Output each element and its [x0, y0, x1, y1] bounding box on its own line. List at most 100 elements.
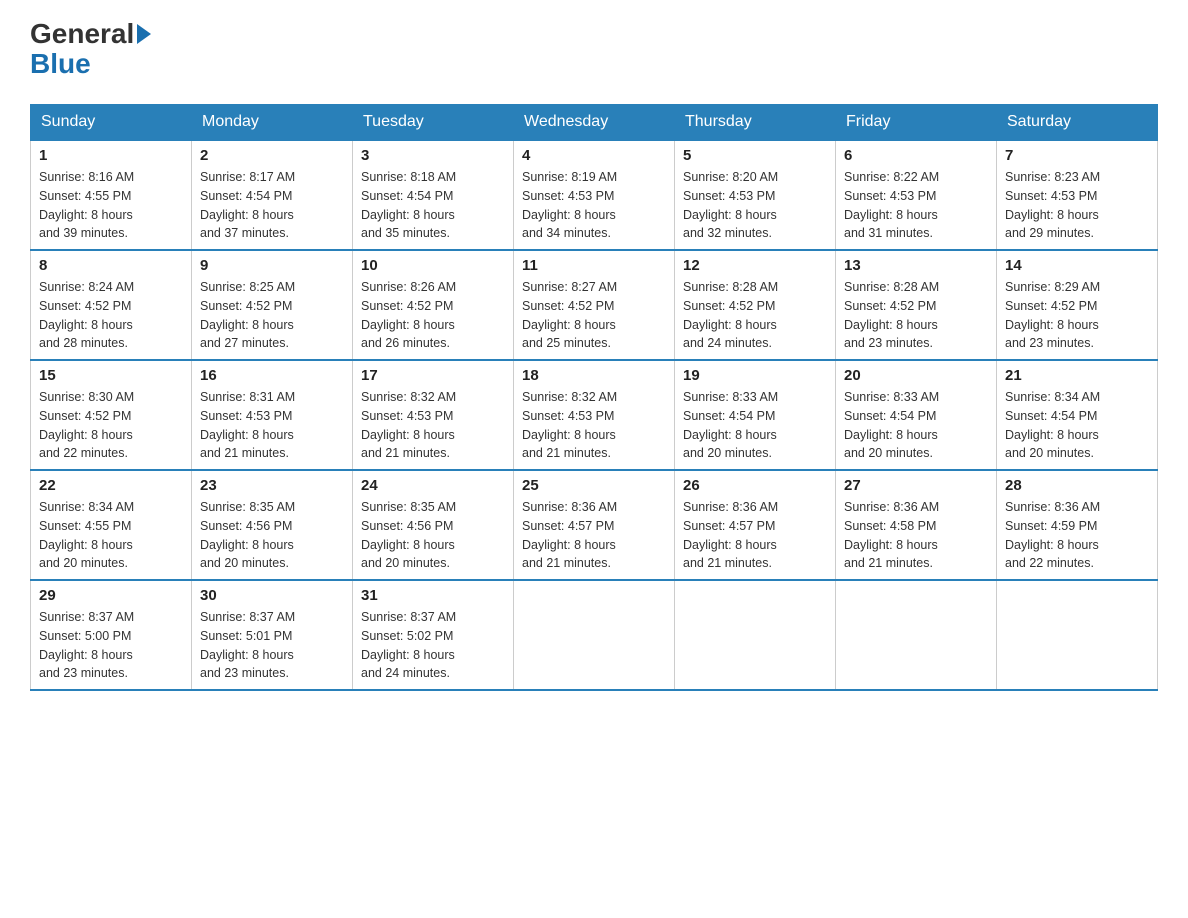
day-cell-19: 19 Sunrise: 8:33 AMSunset: 4:54 PMDaylig… — [675, 360, 836, 470]
day-info: Sunrise: 8:26 AMSunset: 4:52 PMDaylight:… — [361, 278, 505, 353]
day-cell-11: 11 Sunrise: 8:27 AMSunset: 4:52 PMDaylig… — [514, 250, 675, 360]
day-number: 16 — [200, 367, 344, 384]
day-info: Sunrise: 8:36 AMSunset: 4:58 PMDaylight:… — [844, 498, 988, 573]
day-info: Sunrise: 8:20 AMSunset: 4:53 PMDaylight:… — [683, 168, 827, 243]
day-info: Sunrise: 8:37 AMSunset: 5:02 PMDaylight:… — [361, 608, 505, 683]
day-number: 2 — [200, 147, 344, 164]
day-info: Sunrise: 8:31 AMSunset: 4:53 PMDaylight:… — [200, 388, 344, 463]
day-number: 5 — [683, 147, 827, 164]
header-saturday: Saturday — [997, 105, 1158, 141]
header-thursday: Thursday — [675, 105, 836, 141]
logo-general-text: General — [30, 20, 134, 48]
day-number: 14 — [1005, 257, 1149, 274]
day-cell-10: 10 Sunrise: 8:26 AMSunset: 4:52 PMDaylig… — [353, 250, 514, 360]
day-cell-14: 14 Sunrise: 8:29 AMSunset: 4:52 PMDaylig… — [997, 250, 1158, 360]
day-number: 18 — [522, 367, 666, 384]
day-cell-30: 30 Sunrise: 8:37 AMSunset: 5:01 PMDaylig… — [192, 580, 353, 690]
day-info: Sunrise: 8:28 AMSunset: 4:52 PMDaylight:… — [844, 278, 988, 353]
week-row-1: 1 Sunrise: 8:16 AMSunset: 4:55 PMDayligh… — [31, 140, 1158, 250]
day-number: 31 — [361, 587, 505, 604]
day-cell-31: 31 Sunrise: 8:37 AMSunset: 5:02 PMDaylig… — [353, 580, 514, 690]
day-cell-23: 23 Sunrise: 8:35 AMSunset: 4:56 PMDaylig… — [192, 470, 353, 580]
day-number: 6 — [844, 147, 988, 164]
day-number: 7 — [1005, 147, 1149, 164]
day-info: Sunrise: 8:16 AMSunset: 4:55 PMDaylight:… — [39, 168, 183, 243]
header-monday: Monday — [192, 105, 353, 141]
day-info: Sunrise: 8:36 AMSunset: 4:57 PMDaylight:… — [522, 498, 666, 573]
day-cell-22: 22 Sunrise: 8:34 AMSunset: 4:55 PMDaylig… — [31, 470, 192, 580]
header-tuesday: Tuesday — [353, 105, 514, 141]
day-cell-12: 12 Sunrise: 8:28 AMSunset: 4:52 PMDaylig… — [675, 250, 836, 360]
week-row-2: 8 Sunrise: 8:24 AMSunset: 4:52 PMDayligh… — [31, 250, 1158, 360]
day-cell-3: 3 Sunrise: 8:18 AMSunset: 4:54 PMDayligh… — [353, 140, 514, 250]
day-number: 9 — [200, 257, 344, 274]
day-number: 27 — [844, 477, 988, 494]
day-number: 12 — [683, 257, 827, 274]
day-cell-24: 24 Sunrise: 8:35 AMSunset: 4:56 PMDaylig… — [353, 470, 514, 580]
header-sunday: Sunday — [31, 105, 192, 141]
day-cell-15: 15 Sunrise: 8:30 AMSunset: 4:52 PMDaylig… — [31, 360, 192, 470]
day-cell-13: 13 Sunrise: 8:28 AMSunset: 4:52 PMDaylig… — [836, 250, 997, 360]
day-cell-18: 18 Sunrise: 8:32 AMSunset: 4:53 PMDaylig… — [514, 360, 675, 470]
week-row-4: 22 Sunrise: 8:34 AMSunset: 4:55 PMDaylig… — [31, 470, 1158, 580]
day-number: 29 — [39, 587, 183, 604]
day-info: Sunrise: 8:35 AMSunset: 4:56 PMDaylight:… — [361, 498, 505, 573]
day-number: 23 — [200, 477, 344, 494]
day-cell-28: 28 Sunrise: 8:36 AMSunset: 4:59 PMDaylig… — [997, 470, 1158, 580]
day-info: Sunrise: 8:28 AMSunset: 4:52 PMDaylight:… — [683, 278, 827, 353]
day-cell-29: 29 Sunrise: 8:37 AMSunset: 5:00 PMDaylig… — [31, 580, 192, 690]
day-cell-6: 6 Sunrise: 8:22 AMSunset: 4:53 PMDayligh… — [836, 140, 997, 250]
day-cell-26: 26 Sunrise: 8:36 AMSunset: 4:57 PMDaylig… — [675, 470, 836, 580]
logo: General Blue — [30, 20, 154, 84]
day-info: Sunrise: 8:29 AMSunset: 4:52 PMDaylight:… — [1005, 278, 1149, 353]
day-info: Sunrise: 8:34 AMSunset: 4:54 PMDaylight:… — [1005, 388, 1149, 463]
logo-triangle-icon — [137, 24, 151, 44]
day-number: 17 — [361, 367, 505, 384]
day-info: Sunrise: 8:18 AMSunset: 4:54 PMDaylight:… — [361, 168, 505, 243]
page-header: General Blue — [30, 20, 1158, 84]
empty-cell-w4-d3 — [514, 580, 675, 690]
day-number: 28 — [1005, 477, 1149, 494]
week-row-3: 15 Sunrise: 8:30 AMSunset: 4:52 PMDaylig… — [31, 360, 1158, 470]
day-number: 15 — [39, 367, 183, 384]
empty-cell-w4-d4 — [675, 580, 836, 690]
day-info: Sunrise: 8:35 AMSunset: 4:56 PMDaylight:… — [200, 498, 344, 573]
day-number: 21 — [1005, 367, 1149, 384]
day-info: Sunrise: 8:23 AMSunset: 4:53 PMDaylight:… — [1005, 168, 1149, 243]
day-info: Sunrise: 8:27 AMSunset: 4:52 PMDaylight:… — [522, 278, 666, 353]
day-info: Sunrise: 8:24 AMSunset: 4:52 PMDaylight:… — [39, 278, 183, 353]
day-number: 13 — [844, 257, 988, 274]
day-info: Sunrise: 8:36 AMSunset: 4:57 PMDaylight:… — [683, 498, 827, 573]
header-wednesday: Wednesday — [514, 105, 675, 141]
day-cell-27: 27 Sunrise: 8:36 AMSunset: 4:58 PMDaylig… — [836, 470, 997, 580]
day-number: 3 — [361, 147, 505, 164]
day-number: 22 — [39, 477, 183, 494]
day-cell-16: 16 Sunrise: 8:31 AMSunset: 4:53 PMDaylig… — [192, 360, 353, 470]
day-number: 26 — [683, 477, 827, 494]
day-number: 24 — [361, 477, 505, 494]
day-info: Sunrise: 8:37 AMSunset: 5:01 PMDaylight:… — [200, 608, 344, 683]
header-row: SundayMondayTuesdayWednesdayThursdayFrid… — [31, 105, 1158, 141]
day-info: Sunrise: 8:37 AMSunset: 5:00 PMDaylight:… — [39, 608, 183, 683]
day-cell-7: 7 Sunrise: 8:23 AMSunset: 4:53 PMDayligh… — [997, 140, 1158, 250]
empty-cell-w4-d5 — [836, 580, 997, 690]
day-info: Sunrise: 8:22 AMSunset: 4:53 PMDaylight:… — [844, 168, 988, 243]
day-number: 4 — [522, 147, 666, 164]
week-row-5: 29 Sunrise: 8:37 AMSunset: 5:00 PMDaylig… — [31, 580, 1158, 690]
day-info: Sunrise: 8:30 AMSunset: 4:52 PMDaylight:… — [39, 388, 183, 463]
day-info: Sunrise: 8:36 AMSunset: 4:59 PMDaylight:… — [1005, 498, 1149, 573]
day-info: Sunrise: 8:33 AMSunset: 4:54 PMDaylight:… — [844, 388, 988, 463]
day-info: Sunrise: 8:33 AMSunset: 4:54 PMDaylight:… — [683, 388, 827, 463]
day-info: Sunrise: 8:25 AMSunset: 4:52 PMDaylight:… — [200, 278, 344, 353]
day-cell-1: 1 Sunrise: 8:16 AMSunset: 4:55 PMDayligh… — [31, 140, 192, 250]
day-info: Sunrise: 8:34 AMSunset: 4:55 PMDaylight:… — [39, 498, 183, 573]
day-cell-17: 17 Sunrise: 8:32 AMSunset: 4:53 PMDaylig… — [353, 360, 514, 470]
day-info: Sunrise: 8:32 AMSunset: 4:53 PMDaylight:… — [361, 388, 505, 463]
day-number: 10 — [361, 257, 505, 274]
day-cell-5: 5 Sunrise: 8:20 AMSunset: 4:53 PMDayligh… — [675, 140, 836, 250]
day-number: 8 — [39, 257, 183, 274]
logo-blue-text: Blue — [30, 50, 91, 78]
day-cell-2: 2 Sunrise: 8:17 AMSunset: 4:54 PMDayligh… — [192, 140, 353, 250]
day-info: Sunrise: 8:32 AMSunset: 4:53 PMDaylight:… — [522, 388, 666, 463]
day-number: 19 — [683, 367, 827, 384]
